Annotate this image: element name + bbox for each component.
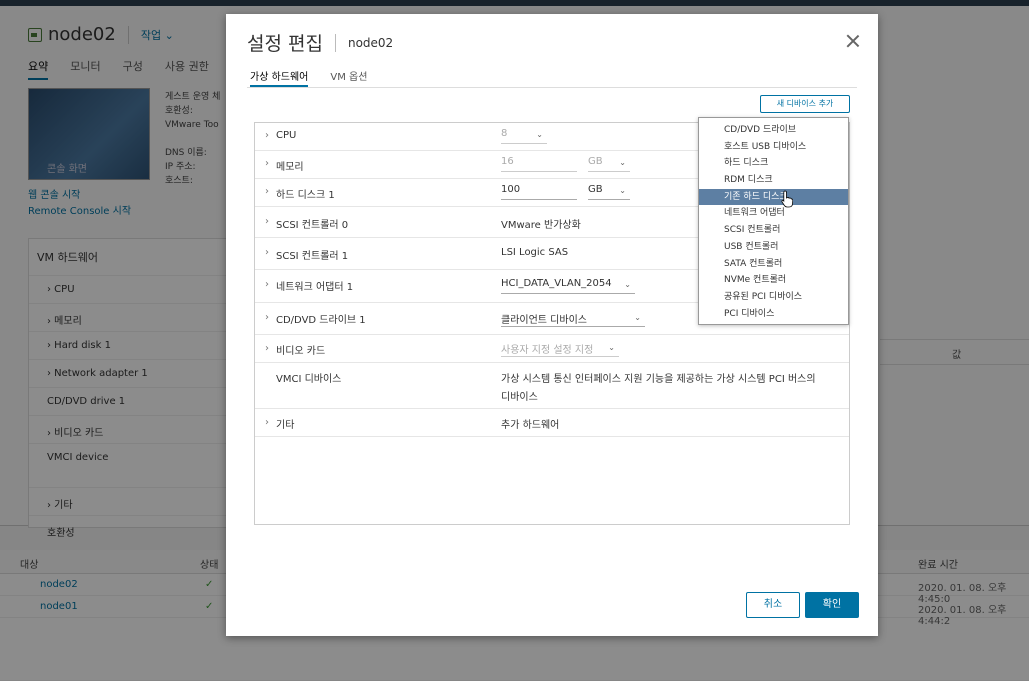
disk-unit-select[interactable]: GB ⌄ [588,184,630,200]
row-vmci-device: VMCI 디바이스 가상 시스템 통신 인터페이스 지원 기능을 제공하는 가상… [255,363,849,409]
mouse-cursor-icon [781,190,793,208]
menu-item[interactable]: 기존 하드 디스크 [699,188,848,206]
dialog-title: 설정 편집 node02 [247,33,394,55]
tab-vm-options[interactable]: VM 옵션 [330,68,367,87]
add-device-menu: CD/DVD 드라이브 호스트 USB 디바이스 하드 디스크 RDM 디스크 기존 하… [698,117,849,325]
chevron-right-icon[interactable]: › [265,130,269,141]
menu-item[interactable]: SCSI 컨트롤러 [699,222,848,239]
menu-item[interactable]: SATA 컨트롤러 [699,256,848,273]
row-other[interactable]: › 기타 추가 하드웨어 [255,409,849,437]
add-new-device-button[interactable]: 새 디바이스 추가 [760,95,850,113]
cancel-button[interactable]: 취소 [746,592,800,618]
dialog-tabs: 가상 하드웨어 VM 옵션 [247,68,857,88]
menu-item[interactable]: PCI 디바이스 [699,306,848,323]
video-card-select[interactable]: 사용자 지정 설정 지정 ⌄ [501,341,619,357]
menu-item[interactable]: 공유된 PCI 디바이스 [699,289,848,306]
memory-input[interactable]: 16 [501,156,577,172]
chevron-right-icon[interactable]: › [265,312,269,323]
chevron-right-icon[interactable]: › [265,247,269,258]
tab-virtual-hardware[interactable]: 가상 하드웨어 [250,68,309,87]
menu-item[interactable]: 하드 디스크 [699,155,848,172]
menu-item[interactable]: 호스트 USB 디바이스 [699,139,848,156]
memory-unit-select[interactable]: GB ⌄ [588,156,630,172]
dialog-subtitle: node02 [347,35,394,50]
menu-item[interactable]: NVMe 컨트롤러 [699,272,848,289]
chevron-right-icon[interactable]: › [265,417,269,428]
cpu-select[interactable]: 8 ⌄ [501,128,547,144]
close-icon[interactable] [846,34,860,48]
chevron-right-icon[interactable]: › [265,216,269,227]
network-select[interactable]: HCI_DATA_VLAN_2054 ⌄ [501,278,635,294]
menu-item[interactable]: RDM 디스크 [699,172,848,189]
menu-item[interactable]: CD/DVD 드라이브 [699,122,848,139]
disk-size-input[interactable]: 100 [501,184,577,200]
menu-item[interactable]: USB 컨트롤러 [699,239,848,256]
cd-dvd-select[interactable]: 클라이언트 디바이스 ⌄ [501,311,645,327]
chevron-right-icon[interactable]: › [265,279,269,290]
row-video-card[interactable]: › 비디오 카드 사용자 지정 설정 지정 ⌄ [255,335,849,363]
chevron-right-icon[interactable]: › [265,186,269,197]
edit-settings-dialog: 설정 편집 node02 가상 하드웨어 VM 옵션 새 디바이스 추가 › C… [226,14,878,636]
chevron-right-icon[interactable]: › [265,343,269,354]
menu-item[interactable]: 네트워크 어댑터 [699,205,848,222]
ok-button[interactable]: 확인 [805,592,859,618]
chevron-right-icon[interactable]: › [265,158,269,169]
